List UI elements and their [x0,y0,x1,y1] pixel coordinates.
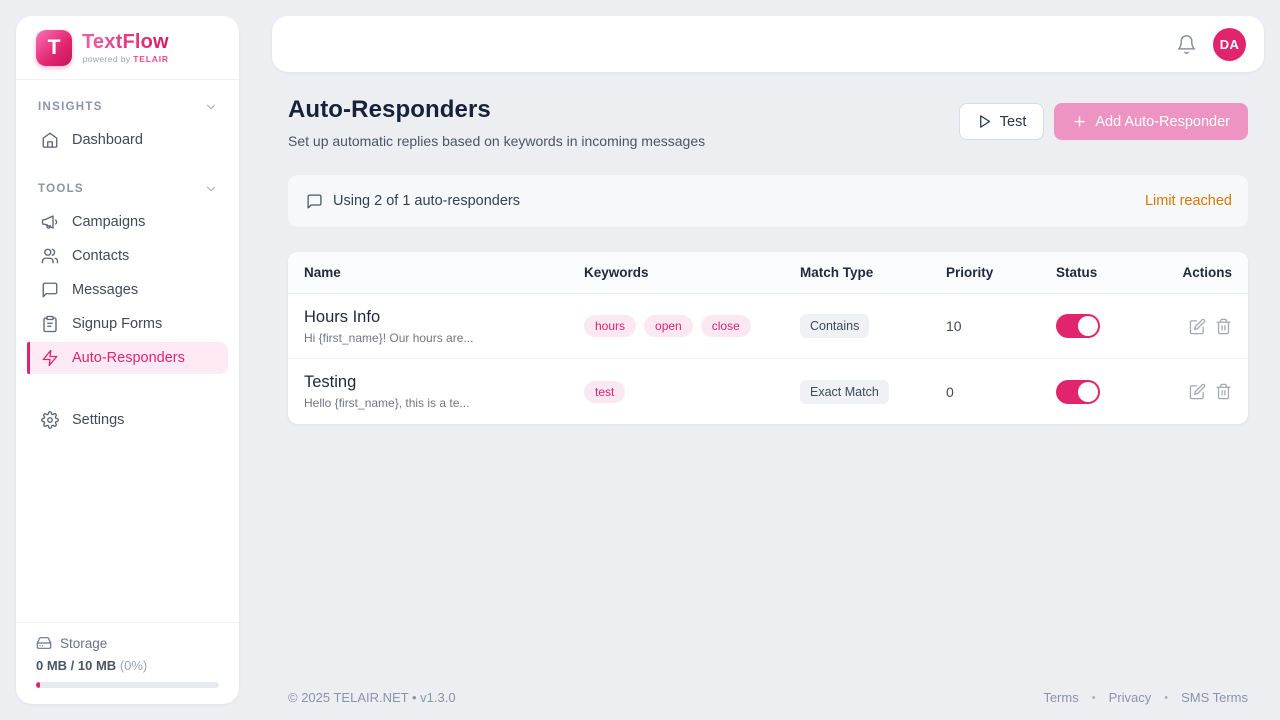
section-header-insights[interactable]: INSIGHTS [27,92,228,122]
auto-responders-table: Name Keywords Match Type Priority Status… [288,252,1248,424]
table-row: Testing Hello {first_name}, this is a te… [288,359,1248,424]
brand-name: TELAIR [133,54,169,64]
sidebar-item-label: Campaigns [72,214,145,230]
app-logo-icon: T [36,30,72,66]
usage-banner: Using 2 of 1 auto-responders Limit reach… [288,175,1248,227]
sidebar-item-settings[interactable]: Settings [27,404,228,436]
main-content: Auto-Responders Set up automatic replies… [272,72,1264,720]
column-header-match-type: Match Type [800,265,946,280]
app-logo[interactable]: T TextFlow powered by TELAIR [16,16,239,80]
separator-dot: • [1092,692,1096,704]
responder-message-preview: Hello {first_name}, this is a te... [304,396,584,410]
privacy-link[interactable]: Privacy [1109,690,1152,705]
chat-bubble-icon [306,193,323,210]
table-header-row: Name Keywords Match Type Priority Status… [288,252,1248,294]
storage-label: Storage [60,636,107,651]
toggle-knob [1078,382,1098,402]
storage-panel: Storage 0 MB / 10 MB (0%) [16,622,239,704]
priority-value: 10 [946,318,1056,334]
top-bar: DA [272,16,1264,72]
add-auto-responder-button[interactable]: Add Auto-Responder [1054,103,1248,140]
edit-icon[interactable] [1189,383,1206,400]
keyword-pill: open [644,315,693,337]
match-type-badge: Exact Match [800,380,889,404]
column-header-actions: Actions [1174,265,1232,280]
storage-usage: 0 MB / 10 MB (0%) [36,658,219,673]
page-title: Auto-Responders [288,96,705,124]
copyright-text: © 2025 TELAIR.NET • v1.3.0 [288,690,456,705]
column-header-name: Name [304,265,584,280]
sidebar-item-dashboard[interactable]: Dashboard [27,124,228,156]
delete-icon[interactable] [1215,318,1232,335]
keyword-pill: close [701,315,751,337]
column-header-status: Status [1056,265,1174,280]
sidebar-nav: INSIGHTS Dashboard TOOLS Campaigns [16,80,239,622]
usage-text: Using 2 of 1 auto-responders [333,193,520,209]
sidebar-item-campaigns[interactable]: Campaigns [27,206,228,238]
hard-drive-icon [36,635,52,651]
notifications-bell-icon[interactable] [1176,34,1197,55]
page-footer: © 2025 TELAIR.NET • v1.3.0 Terms • Priva… [288,690,1248,705]
section-header-tools[interactable]: TOOLS [27,174,228,204]
sms-terms-link[interactable]: SMS Terms [1181,690,1248,705]
terms-link[interactable]: Terms [1043,690,1078,705]
clipboard-icon [41,315,59,333]
column-header-keywords: Keywords [584,265,800,280]
sidebar-item-label: Messages [72,282,138,298]
lightning-icon [41,349,59,367]
responder-name: Testing [304,373,584,392]
keyword-pill: hours [584,315,636,337]
limit-reached-badge: Limit reached [1145,193,1232,209]
sidebar-item-label: Contacts [72,248,129,264]
chevron-down-icon [204,182,218,196]
powered-by-label: powered by TELAIR [82,54,169,64]
responder-message-preview: Hi {first_name}! Our hours are... [304,331,584,345]
sidebar-item-messages[interactable]: Messages [27,274,228,306]
gear-icon [41,411,59,429]
edit-icon[interactable] [1189,318,1206,335]
sidebar-item-label: Settings [72,412,124,428]
sidebar: T TextFlow powered by TELAIR INSIGHTS Da… [16,16,239,704]
match-type-badge: Contains [800,314,869,338]
sidebar-item-contacts[interactable]: Contacts [27,240,228,272]
keyword-pill: test [584,381,625,403]
home-icon [41,131,59,149]
user-avatar[interactable]: DA [1213,28,1246,61]
responder-name: Hours Info [304,308,584,327]
storage-progress-bar [36,682,219,688]
users-icon [41,247,59,265]
logo-letter: T [48,36,61,60]
sidebar-item-auto-responders[interactable]: Auto-Responders [27,342,228,374]
sidebar-item-label: Signup Forms [72,316,162,332]
sidebar-item-signup-forms[interactable]: Signup Forms [27,308,228,340]
priority-value: 0 [946,384,1056,400]
play-icon [977,114,992,129]
page-subtitle: Set up automatic replies based on keywor… [288,133,705,149]
storage-progress-fill [36,682,40,688]
delete-icon[interactable] [1215,383,1232,400]
storage-percent: (0%) [120,658,147,673]
sidebar-item-label: Dashboard [72,132,143,148]
status-toggle[interactable] [1056,380,1100,404]
megaphone-icon [41,213,59,231]
column-header-priority: Priority [946,265,1056,280]
app-title: TextFlow [82,32,169,53]
separator-dot: • [1164,692,1168,704]
status-toggle[interactable] [1056,314,1100,338]
toggle-knob [1078,316,1098,336]
chat-bubble-icon [41,281,59,299]
plus-icon [1072,114,1087,129]
chevron-down-icon [204,100,218,114]
table-row: Hours Info Hi {first_name}! Our hours ar… [288,294,1248,359]
sidebar-item-label: Auto-Responders [72,350,185,366]
avatar-initials: DA [1220,37,1239,52]
test-button[interactable]: Test [959,103,1045,140]
